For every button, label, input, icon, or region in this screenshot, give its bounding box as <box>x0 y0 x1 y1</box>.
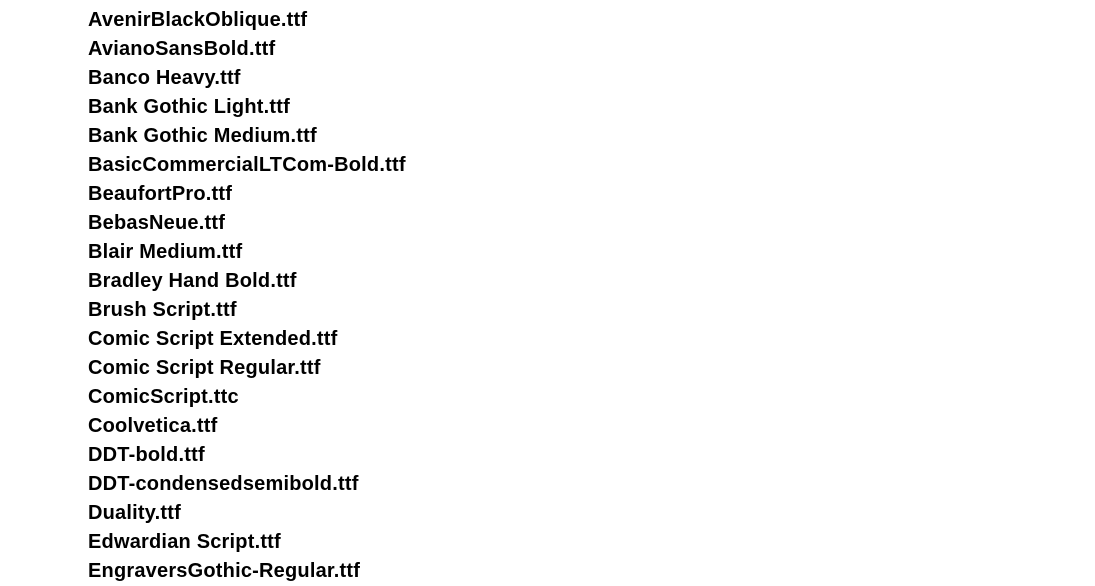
list-item: Coolvetica.ttf <box>88 412 1095 441</box>
list-item: Banco Heavy.ttf <box>88 64 1095 93</box>
list-item: AvianoSansBold.ttf <box>88 35 1095 64</box>
list-item: EngraversGothic-Regular.ttf <box>88 557 1095 586</box>
font-file-list: AvenirBlackOblique.ttf AvianoSansBold.tt… <box>0 0 1095 586</box>
list-item: Bank Gothic Medium.ttf <box>88 122 1095 151</box>
list-item: Edwardian Script.ttf <box>88 528 1095 557</box>
list-item: Brush Script.ttf <box>88 296 1095 325</box>
list-item: BebasNeue.ttf <box>88 209 1095 238</box>
list-item: DDT-bold.ttf <box>88 441 1095 470</box>
list-item: ComicScript.ttc <box>88 383 1095 412</box>
list-item: Comic Script Extended.ttf <box>88 325 1095 354</box>
list-item: Bank Gothic Light.ttf <box>88 93 1095 122</box>
list-item: AvenirBlackOblique.ttf <box>88 6 1095 35</box>
list-item: DDT-condensedsemibold.ttf <box>88 470 1095 499</box>
list-item: BasicCommercialLTCom-Bold.ttf <box>88 151 1095 180</box>
list-item: Duality.ttf <box>88 499 1095 528</box>
list-item: Comic Script Regular.ttf <box>88 354 1095 383</box>
list-item: Bradley Hand Bold.ttf <box>88 267 1095 296</box>
list-item: BeaufortPro.ttf <box>88 180 1095 209</box>
list-item: Blair Medium.ttf <box>88 238 1095 267</box>
